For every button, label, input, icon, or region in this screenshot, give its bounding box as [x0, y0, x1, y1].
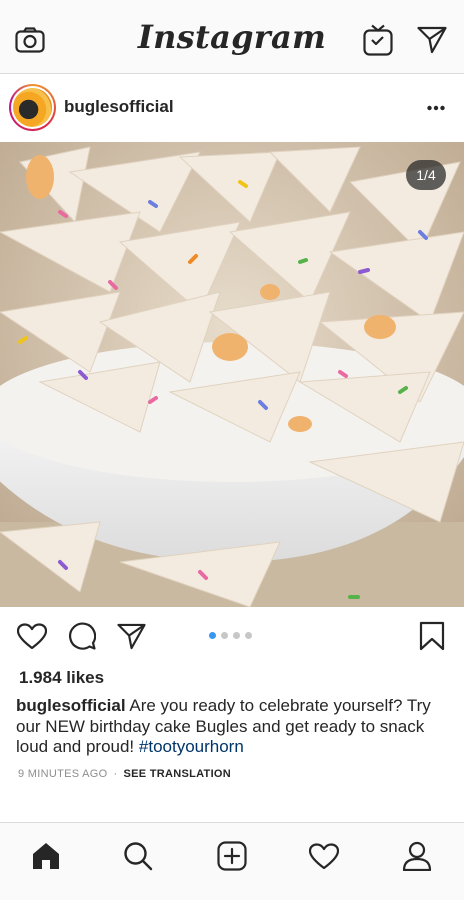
carousel-indicator	[209, 632, 252, 639]
post-meta: 9 MINUTES AGO · SEE TRANSLATION	[18, 768, 231, 780]
search-icon[interactable]	[122, 840, 154, 872]
igtv-icon[interactable]	[362, 24, 394, 56]
like-heart-icon[interactable]	[17, 621, 47, 651]
avatar[interactable]	[9, 84, 56, 131]
activity-heart-icon[interactable]	[308, 840, 340, 872]
top-header: Instagram	[0, 0, 464, 74]
bottom-tab-bar	[0, 822, 464, 900]
more-options-icon[interactable]	[422, 94, 450, 122]
carousel-dot-1	[209, 632, 216, 639]
new-post-icon[interactable]	[216, 840, 248, 872]
post-caption: buglesofficial Are you ready to celebrat…	[16, 696, 448, 758]
app-logo: Instagram	[137, 18, 327, 56]
carousel-dot-3	[233, 632, 240, 639]
likes-count[interactable]: 1.984 likes	[19, 668, 104, 688]
carousel-dot-2	[221, 632, 228, 639]
post-username[interactable]: buglesofficial	[64, 97, 174, 117]
meta-separator: ·	[113, 768, 118, 780]
post-timestamp: 9 MINUTES AGO	[18, 768, 108, 780]
see-translation-link[interactable]: SEE TRANSLATION	[123, 768, 231, 780]
post-header: buglesofficial	[0, 74, 464, 142]
post-image[interactable]: 1/4	[0, 142, 464, 607]
home-icon[interactable]	[30, 840, 62, 872]
caption-username[interactable]: buglesofficial	[16, 696, 126, 715]
profile-icon[interactable]	[401, 840, 433, 872]
comment-icon[interactable]	[67, 621, 97, 651]
carousel-dot-4	[245, 632, 252, 639]
bookmark-icon[interactable]	[417, 621, 447, 651]
post-actions	[0, 607, 464, 665]
share-icon[interactable]	[116, 621, 146, 651]
avatar-image	[13, 88, 52, 127]
direct-message-icon[interactable]	[416, 24, 448, 56]
caption-hashtag[interactable]: #tootyourhorn	[139, 737, 244, 756]
image-counter: 1/4	[406, 160, 446, 190]
